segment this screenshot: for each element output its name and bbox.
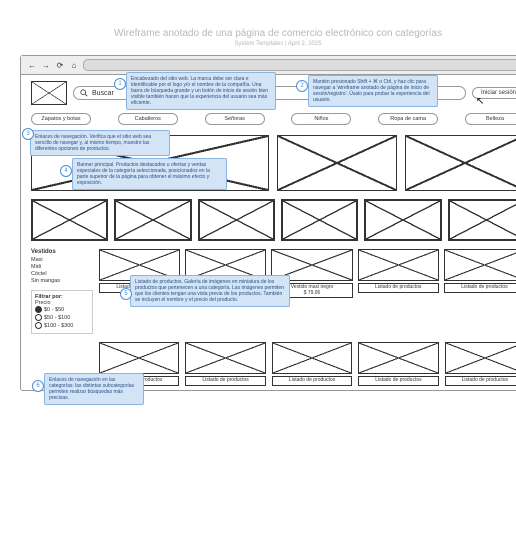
sidebar-title: Vestidos — [31, 249, 93, 255]
search-icon — [80, 89, 88, 97]
logo-placeholder — [31, 81, 67, 105]
note-6: Enlaces de navegación en las categorías:… — [44, 373, 144, 405]
filter-box: Filtrar por: Precio $0 - $50 $50 - $100 … — [31, 290, 93, 334]
product-image[interactable] — [364, 199, 441, 241]
sidebar-opt[interactable]: Midi — [31, 264, 93, 270]
hero-image-2 — [405, 135, 516, 191]
page-title: Wireframe anotado de una página de comer… — [20, 28, 516, 39]
product-image[interactable] — [281, 199, 358, 241]
product-image[interactable] — [114, 199, 191, 241]
home-icon[interactable]: ⌂ — [69, 60, 79, 70]
product-image[interactable] — [185, 342, 265, 374]
price-range-0[interactable]: $0 - $50 — [35, 306, 89, 313]
cat-men[interactable]: Caballeros — [118, 113, 178, 125]
note-3: Enlaces de navegación. Verifica que el s… — [30, 130, 170, 156]
product-image[interactable] — [448, 199, 516, 241]
back-icon[interactable]: ← — [27, 60, 37, 70]
cat-women[interactable]: Señoras — [205, 113, 265, 125]
featured-row — [21, 195, 516, 245]
note-num-4: 4 — [60, 165, 72, 177]
note-4: Banner principal. Productos destacados u… — [72, 158, 227, 190]
hero-image-1 — [277, 135, 397, 191]
product-image[interactable] — [198, 199, 275, 241]
cursor-icon: ↖ — [476, 96, 484, 107]
url-bar[interactable] — [83, 59, 516, 71]
sidebar-opt[interactable]: Maxi — [31, 257, 93, 263]
product-caption: Listado de productos — [444, 283, 516, 293]
cat-kids[interactable]: Niños — [291, 113, 351, 125]
price-range-1[interactable]: $50 - $100 — [35, 314, 89, 321]
product-image[interactable] — [445, 342, 516, 374]
product-image[interactable] — [99, 342, 179, 374]
product-caption: Listado de productos — [445, 376, 516, 386]
sidebar-opt[interactable]: Cóctel — [31, 271, 93, 277]
product-image[interactable] — [358, 342, 438, 374]
product-image[interactable] — [31, 199, 108, 241]
product-caption: Listado de productos — [185, 376, 265, 386]
note-1: Encabezado del sitio web. La marca debe … — [126, 72, 276, 110]
cat-shoes[interactable]: Zapatos y botas — [31, 113, 91, 125]
cat-bedding[interactable]: Ropa de cama — [378, 113, 438, 125]
note-num-1: 1 — [114, 78, 126, 90]
product-image[interactable] — [444, 249, 516, 281]
sidebar: Vestidos Maxi Midi Cóctel Sin mangas Fil… — [31, 249, 93, 334]
page-subtitle: System Templates | April 2, 2025 — [20, 41, 516, 47]
product-caption: Listado de productos — [358, 376, 438, 386]
note-2: Mantén presionado Shift + ⌘ o Ctrl, y ha… — [308, 75, 438, 107]
forward-icon[interactable]: → — [41, 60, 51, 70]
cat-beauty[interactable]: Belleza — [465, 113, 516, 125]
product-caption: Listado de productos — [272, 376, 352, 386]
note-num-3: 3 — [22, 128, 34, 140]
sidebar-opt[interactable]: Sin mangas — [31, 278, 93, 284]
price-range-2[interactable]: $100 - $300 — [35, 322, 89, 329]
search-placeholder: Buscar — [92, 90, 114, 97]
note-5: Listado de productos. Galería de imágene… — [130, 275, 290, 307]
note-num-5: 5 — [120, 288, 132, 300]
note-num-2: 2 — [296, 80, 308, 92]
product-image[interactable] — [272, 342, 352, 374]
reload-icon[interactable]: ⟳ — [55, 60, 65, 70]
category-nav: Zapatos y botas Caballeros Señoras Niños… — [21, 111, 516, 131]
note-num-6: 6 — [32, 380, 44, 392]
product-image[interactable] — [358, 249, 439, 281]
product-caption: Listado de productos — [358, 283, 439, 293]
